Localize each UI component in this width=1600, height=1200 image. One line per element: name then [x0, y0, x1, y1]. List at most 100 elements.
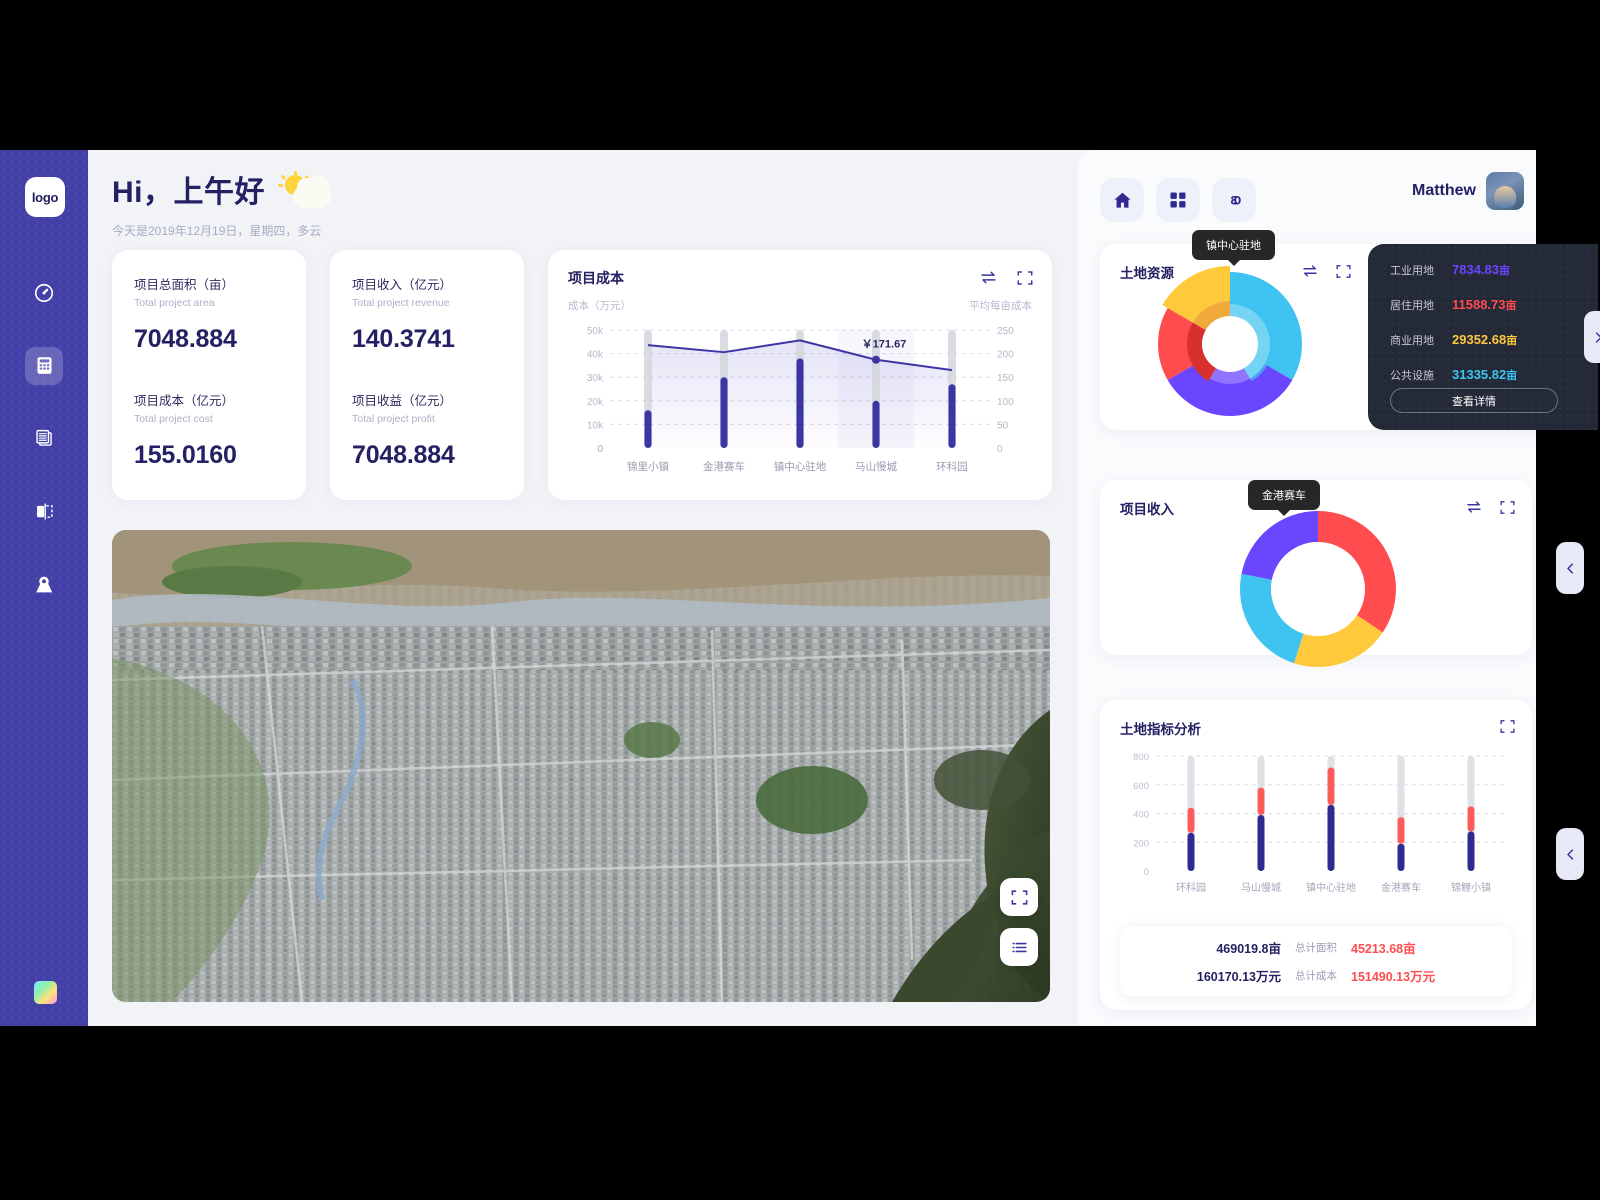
kpi-title: 项目收益（亿元） — [352, 394, 453, 408]
kpi-value: 140.3741 — [352, 325, 455, 353]
svg-text:马山慢城: 马山慢城 — [1241, 882, 1281, 894]
kpi-block: 项目收入（亿元） Total project revenue 140.3741 — [352, 274, 502, 354]
user-name: Matthew — [1412, 182, 1476, 199]
documents-icon — [25, 420, 63, 458]
kpi-block: 项目总面积（亩） Total project area 7048.884 — [134, 274, 284, 354]
land-stat-row: 居住用地 11588.73亩 — [1390, 297, 1588, 313]
threed-button[interactable]: 3D — [1212, 178, 1256, 222]
kpi-block: 项目收益（亿元） Total project profit 7048.884 — [352, 390, 502, 470]
kpi-subtitle: Total project profit — [352, 413, 435, 425]
expand-icon[interactable] — [1335, 263, 1352, 285]
card-tools — [979, 268, 1034, 292]
app-logo[interactable]: logo — [25, 177, 65, 217]
page-title: Hi，上午好 — [112, 176, 265, 209]
svg-text:0: 0 — [597, 444, 603, 455]
sidebar-item-documents[interactable] — [0, 402, 88, 475]
avatar[interactable] — [1486, 172, 1524, 210]
svg-text:环科园: 环科园 — [936, 460, 968, 473]
svg-text:环科园: 环科园 — [1176, 881, 1206, 894]
layout-icon — [25, 493, 63, 531]
greeting-block: Hi，上午好 今天是2019年12月19日，星期四，多云 — [112, 171, 333, 239]
svg-text:30k: 30k — [587, 373, 604, 384]
indicator-plot: 0 200 400 600 800 环科园 马山慢城 镇中心驻地 金港赛车 锦鲤小镇 — [1114, 746, 1518, 921]
expand-icon[interactable] — [1499, 499, 1516, 521]
land-resource-card: 土地资源 镇中心驻地 工业用地 7834.83亩 居住用地 11588.73亩 … — [1100, 230, 1600, 430]
land-stat-value: 31335.82亩 — [1452, 367, 1518, 382]
land-stat-value: 29352.68亩 — [1452, 332, 1518, 347]
svg-text:锦里小镇: 锦里小镇 — [627, 460, 669, 473]
svg-text:100: 100 — [997, 397, 1014, 408]
summary-row: 469019.8亩 总计面积 45213.68亩 — [1136, 938, 1496, 957]
sidebar-item-dashboard[interactable] — [0, 256, 88, 329]
land-resource-donut[interactable] — [1152, 262, 1308, 422]
svg-text:0: 0 — [1144, 867, 1149, 878]
weather-icon — [278, 171, 333, 213]
kpi-title: 项目收入（亿元） — [352, 278, 453, 292]
swap-icon[interactable] — [1465, 498, 1483, 521]
land-stat-label: 商业用地 — [1390, 335, 1434, 347]
user-area[interactable]: Matthew — [1412, 172, 1524, 210]
kpi-value: 155.0160 — [134, 441, 237, 469]
svg-text:锦鲤小镇: 锦鲤小镇 — [1451, 881, 1491, 894]
land-stat-label: 公共设施 — [1390, 370, 1434, 382]
svg-text:40k: 40k — [587, 350, 604, 361]
sidebar-item-location[interactable] — [0, 548, 88, 621]
project-revenue-card: 项目收入 金港赛车 — [1100, 480, 1584, 668]
svg-text:10k: 10k — [587, 420, 604, 431]
swap-icon[interactable] — [979, 268, 998, 292]
summary-label: 总计面积 — [1295, 941, 1337, 954]
expand-icon[interactable] — [1499, 718, 1516, 740]
card-tools — [1499, 718, 1516, 740]
card-title: 项目收入 — [1120, 502, 1174, 517]
kpi-card-revenue-profit: 项目收入（亿元） Total project revenue 140.3741 … — [330, 250, 524, 500]
kpi-block: 项目成本（亿元） Total project cost 155.0160 — [134, 390, 284, 470]
date-weather-text: 今天是2019年12月19日，星期四，多云 — [112, 224, 322, 238]
indicator-prev-button[interactable] — [1556, 828, 1584, 880]
kpi-value: 7048.884 — [352, 441, 455, 469]
land-stat-value: 11588.73亩 — [1452, 297, 1517, 312]
gauge-icon — [25, 274, 63, 312]
cost-plot: 0 0 10k 50 20k 100 30k 150 40k 200 50k 250 ￥171.67 锦里… — [568, 318, 1032, 490]
calculator-icon — [25, 346, 63, 385]
summary-left: 160170.13万元 — [1196, 969, 1281, 984]
cost-axis-label-left: 成本（万元） — [568, 300, 631, 312]
satellite-map[interactable] — [112, 530, 1050, 1002]
sidebar-nav — [0, 256, 88, 621]
land-stat-row: 商业用地 29352.68亩 — [1390, 332, 1588, 348]
card-title: 项目成本 — [568, 270, 624, 286]
kpi-value: 7048.884 — [134, 325, 237, 353]
summary-right: 151490.13万元 — [1351, 969, 1436, 984]
svg-text:200: 200 — [997, 350, 1014, 361]
svg-text:250: 250 — [997, 326, 1014, 337]
svg-text:150: 150 — [997, 373, 1014, 384]
revenue-prev-button[interactable] — [1556, 542, 1584, 594]
svg-text:800: 800 — [1133, 752, 1149, 763]
svg-text:400: 400 — [1133, 810, 1149, 821]
expand-icon[interactable] — [1016, 269, 1034, 292]
svg-text:0: 0 — [997, 444, 1003, 455]
sidebar-item-calculator[interactable] — [0, 329, 88, 402]
kpi-subtitle: Total project revenue — [352, 297, 450, 309]
kpi-row: 项目总面积（亩） Total project area 7048.884 项目成… — [112, 250, 1052, 500]
kpi-title: 项目成本（亿元） — [134, 394, 235, 408]
kpi-subtitle: Total project cost — [134, 413, 213, 425]
sidebar-item-layout[interactable] — [0, 475, 88, 548]
card-tools — [1465, 498, 1516, 521]
indicator-summary: 469019.8亩 总计面积 45213.68亩 160170.13万元 总计成… — [1120, 926, 1512, 996]
view-detail-button[interactable]: 查看详情 — [1390, 388, 1558, 413]
summary-row: 160170.13万元 总计成本 151490.13万元 — [1136, 966, 1496, 985]
kpi-subtitle: Total project area — [134, 297, 215, 309]
svg-text:600: 600 — [1133, 781, 1149, 792]
revenue-donut[interactable] — [1233, 504, 1403, 674]
card-tools — [1301, 262, 1352, 285]
revenue-tooltip: 金港赛车 — [1248, 480, 1320, 516]
map-layers-button[interactable] — [1000, 928, 1038, 966]
grid-button[interactable] — [1156, 178, 1200, 222]
project-cost-chart-card: 项目成本 成本（万元） 平均每亩成本 0 0 10k 50 20k 100 30k 150 40… — [548, 250, 1052, 500]
decorative-gradient-icon — [34, 981, 57, 1004]
home-button[interactable] — [1100, 178, 1144, 222]
map-fullscreen-button[interactable] — [1000, 878, 1038, 916]
kpi-title: 项目总面积（亩） — [134, 278, 235, 292]
land-next-button[interactable] — [1584, 311, 1600, 363]
screen: logo Hi，上午好 今天是2019年12月19日，星期四，多云 搜索 项目总… — [0, 0, 1600, 1200]
